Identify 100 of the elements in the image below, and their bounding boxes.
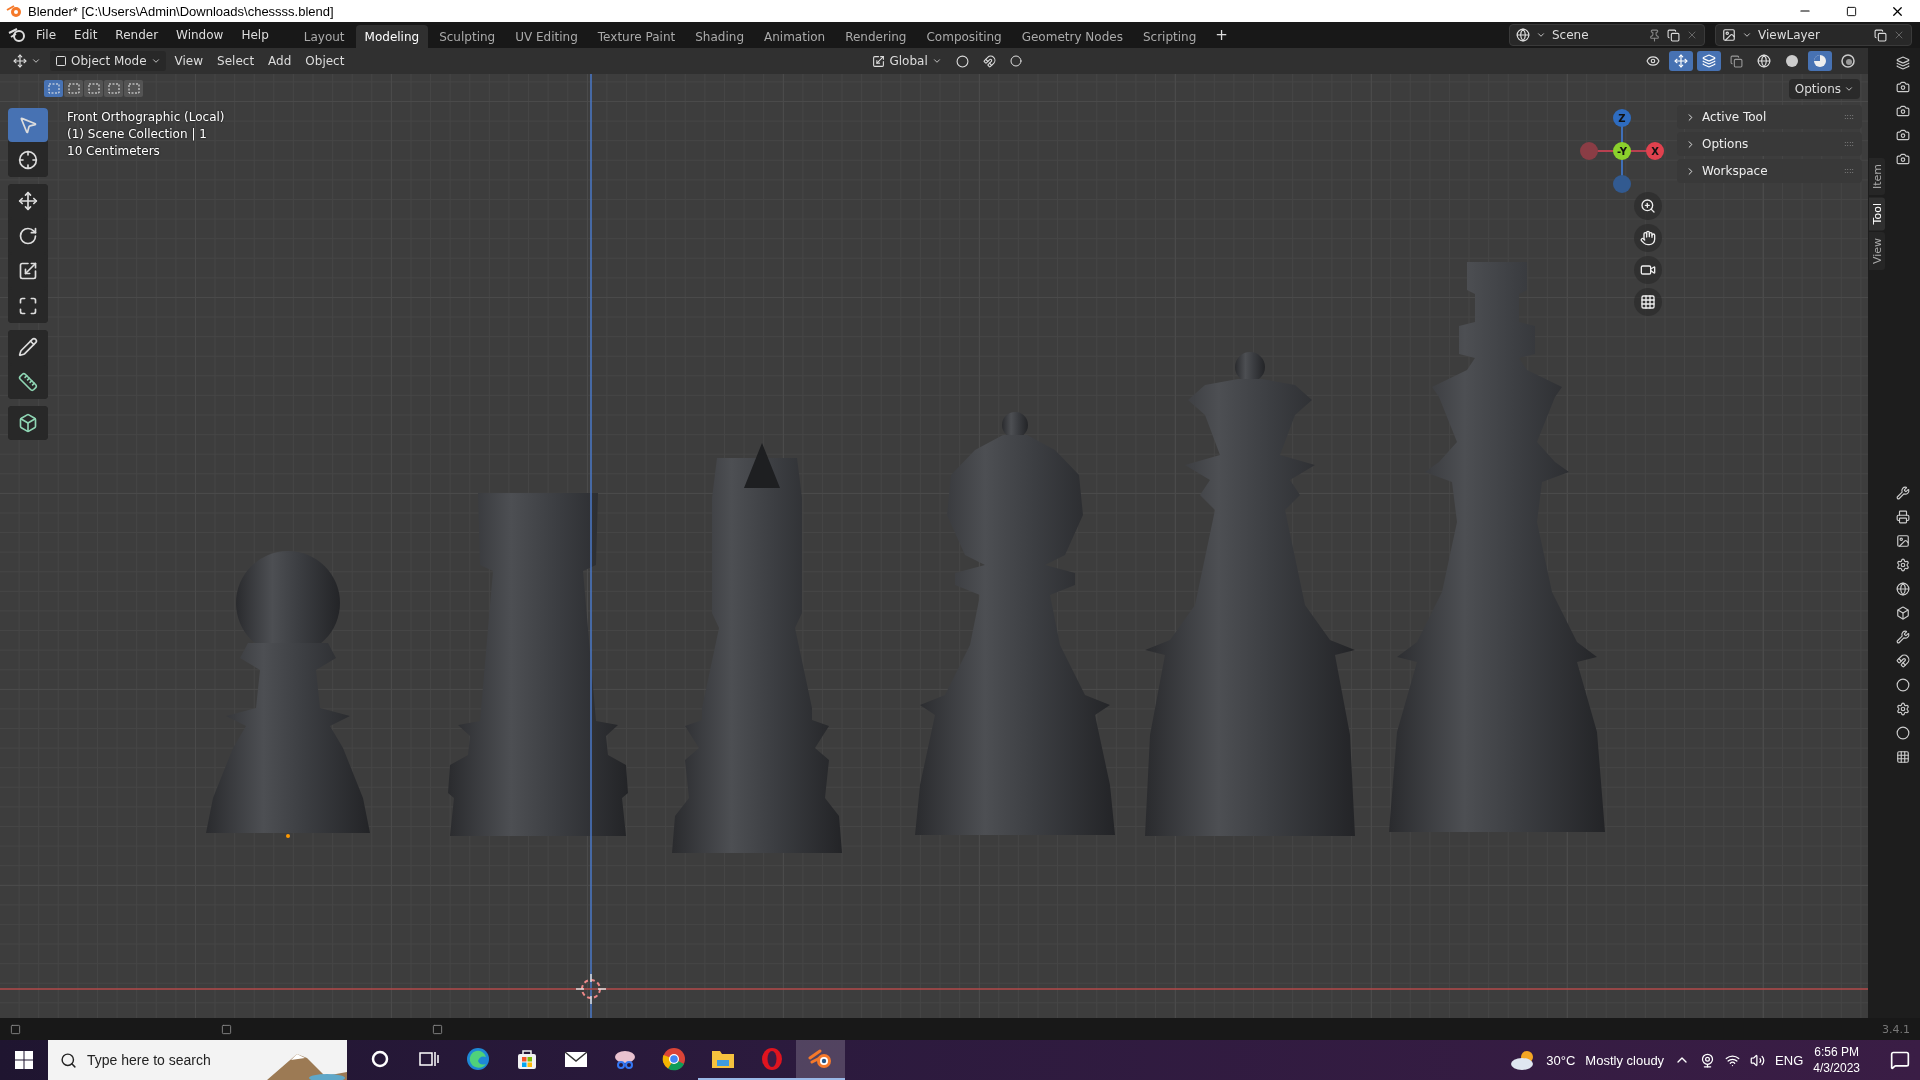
select-mode-button[interactable] xyxy=(64,80,83,97)
search-field[interactable]: Type here to search xyxy=(48,1040,347,1080)
rotate-icon xyxy=(18,226,38,246)
gizmo-icon xyxy=(1674,54,1688,68)
workspace-tab[interactable]: Shading xyxy=(686,24,753,50)
add-workspace-button[interactable]: + xyxy=(1207,23,1236,47)
windows-logo-icon xyxy=(15,1051,33,1069)
select-mode-button[interactable] xyxy=(44,80,63,97)
material-sphere-icon xyxy=(1813,54,1827,68)
properties-tab-icon[interactable] xyxy=(1896,630,1910,644)
menu-item[interactable]: Edit xyxy=(66,25,106,45)
workspace-tab[interactable]: Texture Paint xyxy=(588,24,685,50)
shading-button[interactable] xyxy=(1808,51,1832,71)
browser-icon xyxy=(661,1047,686,1071)
menu-item[interactable]: Select xyxy=(212,51,260,71)
panel-header[interactable]: Workspace xyxy=(1677,159,1862,183)
language-indicator[interactable]: ENG xyxy=(1775,1052,1804,1068)
caret-icon xyxy=(31,56,41,66)
menu-item[interactable]: Render xyxy=(107,25,167,45)
wifi-icon[interactable] xyxy=(1725,1052,1741,1068)
wireframe-sphere-icon xyxy=(1757,54,1771,68)
hand-icon xyxy=(1640,230,1656,246)
pan-button[interactable] xyxy=(1634,224,1662,252)
orientation-dropdown[interactable]: Global xyxy=(867,51,947,71)
workspace-tab[interactable]: Animation xyxy=(755,24,835,50)
ruler-icon xyxy=(18,372,38,392)
perspective-toggle-button[interactable] xyxy=(1634,288,1662,316)
clock-time[interactable]: 6:56 PM xyxy=(1814,1044,1859,1060)
ring-icon xyxy=(759,1047,784,1071)
mode-dropdown[interactable]: Object Mode xyxy=(50,51,166,71)
speaker-icon[interactable] xyxy=(1750,1052,1766,1068)
camera-icon[interactable] xyxy=(1896,152,1910,166)
camera-icon[interactable] xyxy=(1896,104,1910,118)
sidebar-tab[interactable]: View xyxy=(1869,232,1885,271)
workspace-tab[interactable]: Geometry Nodes xyxy=(1012,24,1132,50)
properties-tab-icon[interactable] xyxy=(1896,750,1910,764)
circle-icon xyxy=(370,1050,389,1068)
envelope-icon xyxy=(563,1050,588,1068)
camera-icon[interactable] xyxy=(1896,80,1910,94)
sidebar-tab[interactable]: Tool xyxy=(1869,197,1885,231)
navigation-gizmo[interactable]: Z -Y X xyxy=(1580,109,1664,193)
menu-item[interactable]: Object xyxy=(300,51,350,71)
select-tool[interactable] xyxy=(8,108,48,142)
select-mode-button[interactable] xyxy=(104,80,123,97)
caret-icon xyxy=(150,56,161,66)
outliner-icon[interactable] xyxy=(1896,56,1910,70)
webcam-icon[interactable] xyxy=(1700,1052,1716,1068)
select-mode-button[interactable] xyxy=(124,80,143,97)
viewport-toggle[interactable] xyxy=(1669,51,1693,71)
select-mode-button[interactable] xyxy=(84,80,103,97)
properties-tab-icon[interactable] xyxy=(1896,534,1910,548)
scene-icon xyxy=(1516,28,1530,42)
properties-tab-icon[interactable] xyxy=(1896,510,1910,524)
xray-icon xyxy=(1730,54,1743,68)
sidebar-tab[interactable]: Item xyxy=(1869,158,1885,196)
workspace-tab[interactable]: Compositing xyxy=(917,24,1011,50)
notifications-icon[interactable] xyxy=(1890,1050,1910,1070)
cursor-icon xyxy=(18,150,38,170)
options-dropdown[interactable]: Options xyxy=(1788,79,1860,99)
menu-item[interactable]: File xyxy=(28,25,65,45)
workspace-tab[interactable]: Rendering xyxy=(836,24,916,50)
blender-logo-icon xyxy=(6,4,22,18)
viewport-toggle[interactable] xyxy=(1697,51,1721,71)
properties-tab-icon[interactable] xyxy=(1896,702,1910,716)
caret-icon xyxy=(931,56,942,66)
properties-tab-icon[interactable] xyxy=(1896,678,1910,692)
overlay-icon xyxy=(1702,54,1716,68)
zoom-button[interactable] xyxy=(1634,192,1662,220)
grid-icon xyxy=(1640,294,1656,310)
clock-date[interactable]: 4/3/2023 xyxy=(1813,1060,1860,1076)
properties-tab-icon[interactable] xyxy=(1896,582,1910,596)
workspace-tab[interactable]: Sculpting xyxy=(430,24,505,50)
add-cube-tool[interactable] xyxy=(8,406,48,440)
menu-item[interactable]: Window xyxy=(168,25,232,45)
rendered-sphere-icon xyxy=(1841,54,1855,68)
panel-header[interactable]: Active Tool xyxy=(1677,105,1862,129)
scene-selector[interactable]: Scene xyxy=(1509,24,1705,46)
view-layer-selector[interactable]: ViewLayer xyxy=(1715,24,1912,46)
camera-view-button[interactable] xyxy=(1634,256,1662,284)
camera-icon[interactable] xyxy=(1896,128,1910,142)
properties-tab-icon[interactable] xyxy=(1896,558,1910,572)
transform-icon xyxy=(18,296,38,316)
workspace-tab[interactable]: Layout xyxy=(294,24,354,50)
origin-dot-icon xyxy=(286,834,290,838)
copy-icon xyxy=(1874,28,1887,42)
properties-tab-icon[interactable] xyxy=(1896,654,1910,668)
workspace-tab[interactable]: Modeling xyxy=(355,24,429,50)
properties-tab-icon[interactable] xyxy=(1896,606,1910,620)
3d-cursor-icon xyxy=(575,973,607,1005)
scale-icon xyxy=(18,261,38,281)
menu-item[interactable]: Help xyxy=(233,25,277,45)
properties-tab-icon[interactable] xyxy=(1896,486,1910,500)
workspace-tab[interactable]: Scripting xyxy=(1133,24,1206,50)
workspace-tab[interactable]: UV Editing xyxy=(506,24,587,50)
panel-header[interactable]: Options xyxy=(1677,132,1862,156)
caret-icon xyxy=(1844,84,1854,94)
properties-tab-icon[interactable] xyxy=(1896,726,1910,740)
menu-item[interactable]: View xyxy=(169,51,209,71)
axes-icon xyxy=(13,54,27,68)
menu-item[interactable]: Add xyxy=(263,51,297,71)
